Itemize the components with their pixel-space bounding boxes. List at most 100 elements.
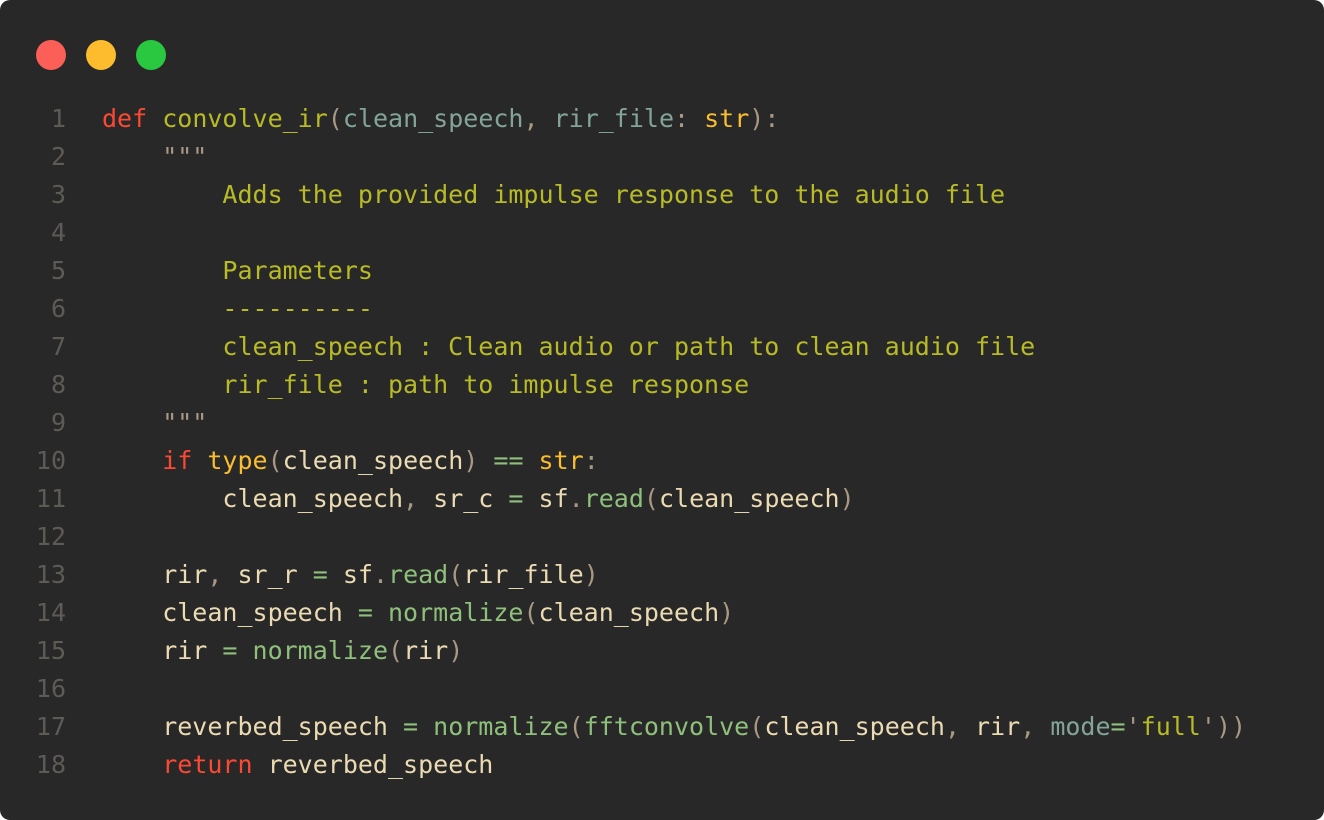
line-source: ---------- (102, 290, 373, 328)
code-token: Parameters (102, 256, 373, 285)
code-token: ' (1125, 712, 1141, 741)
code-token: str (704, 104, 750, 133)
code-line: 7 clean_speech : Clean audio or path to … (0, 328, 1324, 366)
line-number: 7 (50, 332, 66, 361)
line-number: 13 (35, 560, 66, 589)
code-token: mode (1050, 712, 1111, 741)
code-token: read (388, 560, 449, 589)
line-source: reverbed_speech = normalize(fftconvolve(… (102, 708, 1246, 746)
line-source: clean_speech = normalize(clean_speech) (102, 594, 734, 632)
code-token: ) (583, 560, 599, 589)
code-token: reverbed_speech (102, 712, 404, 741)
code-token: = (508, 484, 539, 513)
code-line: 10 if type(clean_speech) == str: (0, 442, 1324, 480)
line-number: 16 (35, 674, 66, 703)
code-line: 4 (0, 214, 1324, 252)
line-number: 12 (35, 522, 66, 551)
code-token: ( (568, 712, 584, 741)
code-token: , (207, 560, 238, 589)
line-number: 3 (50, 180, 66, 209)
line-number: 1 (50, 104, 66, 133)
code-token: = (403, 712, 434, 741)
line-source: rir, sr_r = sf.read(rir_file) (102, 556, 599, 594)
window-controls (36, 40, 166, 70)
code-block: 1 def convolve_ir(clean_speech, rir_file:… (0, 100, 1324, 784)
code-line: 16 (0, 670, 1324, 708)
code-token: clean_speech (102, 598, 358, 627)
code-token: ( (448, 560, 464, 589)
code-token: clean_speech (342, 104, 524, 133)
code-token: clean_speech (764, 712, 945, 741)
line-source: clean_speech : Clean audio or path to cl… (102, 328, 1035, 366)
code-token: normalize (387, 598, 524, 627)
code-token: , (403, 484, 434, 513)
code-token: """ (102, 142, 208, 171)
code-token: , (944, 712, 976, 741)
code-line: 9 """ (0, 404, 1324, 442)
code-line: 5 Parameters (0, 252, 1324, 290)
code-token: ) (448, 636, 464, 665)
code-token: rir_file : path to impulse response (102, 370, 750, 399)
line-source: clean_speech, sr_c = sf.read(clean_speec… (102, 480, 854, 518)
code-token: rir (403, 636, 449, 665)
code-token: ( (749, 712, 765, 741)
line-number: 18 (35, 750, 66, 779)
code-token: ) (719, 598, 735, 627)
code-token: ---------- (102, 294, 373, 323)
code-token: ( (643, 484, 659, 513)
code-token: str (538, 446, 584, 475)
code-token: rir (102, 636, 223, 665)
line-number: 4 (50, 218, 66, 247)
line-number: 6 (50, 294, 66, 323)
code-token: , (523, 104, 554, 133)
code-token: clean_speech (658, 484, 840, 513)
line-source: rir = normalize(rir) (102, 632, 463, 670)
code-token: ) (463, 446, 494, 475)
code-line: 13 rir, sr_r = sf.read(rir_file) (0, 556, 1324, 594)
code-token: sf (538, 484, 569, 513)
line-source: Parameters (102, 252, 373, 290)
code-token: rir_file (553, 104, 675, 133)
code-token: convolve_ir (162, 104, 328, 133)
line-source: Adds the provided impulse response to th… (102, 176, 1005, 214)
code-token: fftconvolve (583, 712, 750, 741)
code-token: return (162, 750, 268, 779)
code-token: : (583, 446, 599, 475)
line-number: 8 (50, 370, 66, 399)
maximize-dot-icon[interactable] (136, 40, 166, 70)
code-token: . (372, 560, 389, 589)
code-token: clean_speech (538, 598, 720, 627)
line-source: if type(clean_speech) == str: (102, 442, 599, 480)
code-line: 18 return reverbed_speech (0, 746, 1324, 784)
minimize-dot-icon[interactable] (86, 40, 116, 70)
line-source: rir_file : path to impulse response (102, 366, 749, 404)
line-source: def convolve_ir(clean_speech, rir_file: … (102, 100, 779, 138)
code-line: 14 clean_speech = normalize(clean_speech… (0, 594, 1324, 632)
line-source: """ (102, 404, 207, 442)
code-token: = (312, 560, 343, 589)
code-line: 3 Adds the provided impulse response to … (0, 176, 1324, 214)
code-token: read (583, 484, 644, 513)
line-source: return reverbed_speech (102, 746, 493, 784)
code-token: sf (342, 560, 373, 589)
code-token: Adds the provided impulse response to th… (102, 180, 1006, 209)
code-line: 11 clean_speech, sr_c = sf.read(clean_sp… (0, 480, 1324, 518)
code-token: full (1140, 712, 1201, 741)
code-token: ): (749, 104, 780, 133)
code-window: 1 def convolve_ir(clean_speech, rir_file:… (0, 0, 1324, 820)
code-token: clean_speech : Clean audio or path to cl… (102, 332, 1036, 361)
code-token: type (207, 446, 268, 475)
code-token: ' (1200, 712, 1216, 741)
line-number: 15 (35, 636, 66, 665)
code-token: == (493, 446, 539, 475)
line-number: 10 (35, 446, 66, 475)
code-token: sr_r (237, 560, 313, 589)
code-line: 1 def convolve_ir(clean_speech, rir_file:… (0, 100, 1324, 138)
code-line: 15 rir = normalize(rir) (0, 632, 1324, 670)
code-token: normalize (252, 636, 388, 665)
code-token: rir (102, 560, 208, 589)
code-token: )) (1215, 712, 1247, 741)
close-dot-icon[interactable] (36, 40, 66, 70)
code-line: 12 (0, 518, 1324, 556)
